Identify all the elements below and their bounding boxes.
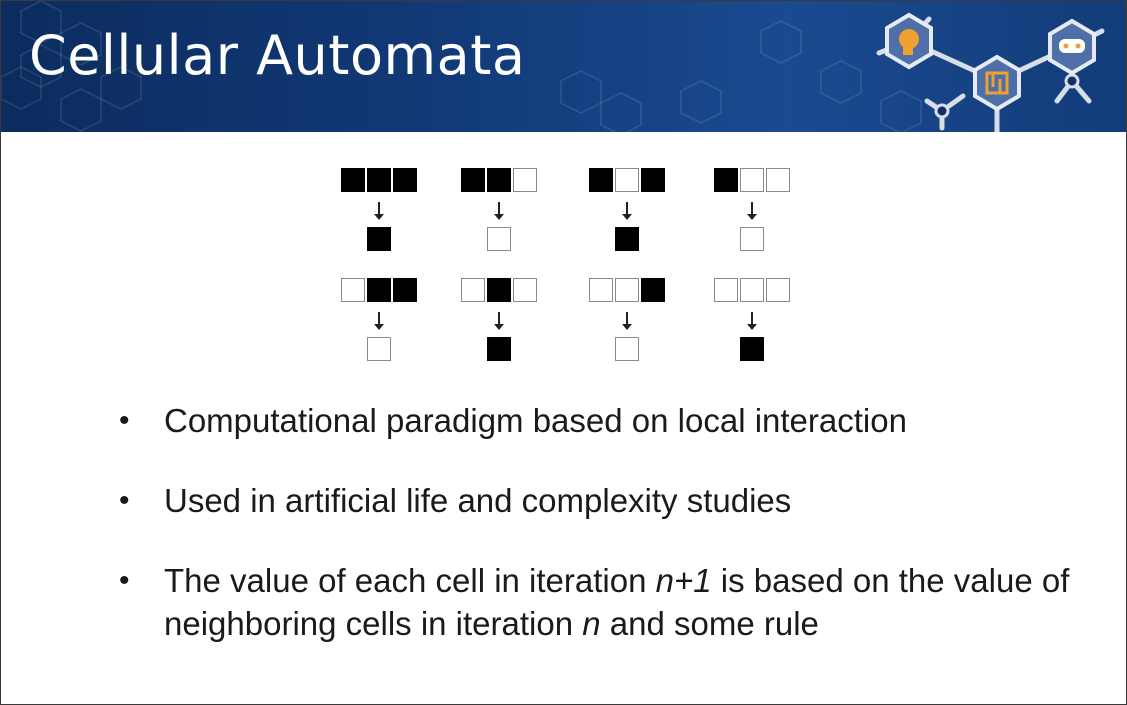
result-cell [740, 227, 764, 251]
bullet-dot: • [119, 484, 130, 517]
neighborhood-cell [513, 168, 537, 192]
bullet-text: Computational paradigm based on local in… [164, 402, 907, 439]
brain-head-icon [885, 12, 933, 70]
arrow-down-icon [494, 202, 504, 220]
maze-icon [973, 54, 1021, 112]
molecule-logo-icon [876, 12, 1105, 132]
neighborhood-cell [714, 168, 738, 192]
bullet-text-segment: and some rule [600, 605, 819, 642]
result-cell [615, 227, 639, 251]
neighborhood-cell [589, 168, 613, 192]
result-cell [487, 227, 511, 251]
neighborhood-cell [766, 168, 790, 192]
neighborhood-cell [615, 278, 639, 302]
neighborhood-cell [461, 168, 485, 192]
neighborhood-cell [615, 168, 639, 192]
bullet-dot: • [119, 564, 130, 597]
arrow-down-icon [374, 312, 384, 330]
bullet-item: • The value of each cell in iteration n+… [119, 559, 1079, 645]
neighborhood-cell [341, 278, 365, 302]
bullet-item: • Computational paradigm based on local … [119, 399, 1079, 442]
title-banner: Cellular Automata [1, 1, 1126, 132]
bullet-item: • Used in artificial life and complexity… [119, 479, 1079, 522]
neighborhood-cell [641, 278, 665, 302]
arrow-down-icon [747, 202, 757, 220]
result-cell [487, 337, 511, 361]
rule-diagram [321, 161, 821, 371]
slide: Cellular Automata • Computational paradi… [0, 0, 1127, 705]
arrow-down-icon [494, 312, 504, 330]
bullet-text: Used in artificial life and complexity s… [164, 482, 792, 519]
neighborhood-cell [461, 278, 485, 302]
neighborhood-cell [367, 278, 391, 302]
arrow-down-icon [622, 312, 632, 330]
arrow-down-icon [622, 202, 632, 220]
neighborhood-cell [367, 168, 391, 192]
neighborhood-cell [740, 168, 764, 192]
bullet-text-italic: n+1 [655, 562, 712, 599]
neighborhood-cell [393, 168, 417, 192]
arrow-down-icon [374, 202, 384, 220]
bullet-dot: • [119, 404, 130, 437]
slide-title: Cellular Automata [29, 24, 526, 87]
neighborhood-cell [341, 168, 365, 192]
neighborhood-cell [487, 168, 511, 192]
neighborhood-cell [393, 278, 417, 302]
neighborhood-cell [740, 278, 764, 302]
gamepad-icon [1048, 18, 1096, 76]
neighborhood-cell [766, 278, 790, 302]
bullet-list: • Computational paradigm based on local … [119, 399, 1079, 682]
result-cell [367, 227, 391, 251]
result-cell [367, 337, 391, 361]
result-cell [615, 337, 639, 361]
bullet-text-segment: The value of each cell in iteration [164, 562, 656, 599]
neighborhood-cell [641, 168, 665, 192]
neighborhood-cell [714, 278, 738, 302]
result-cell [740, 337, 764, 361]
bullet-text-italic: n [582, 605, 601, 642]
neighborhood-cell [513, 278, 537, 302]
neighborhood-cell [487, 278, 511, 302]
arrow-down-icon [747, 312, 757, 330]
neighborhood-cell [589, 278, 613, 302]
